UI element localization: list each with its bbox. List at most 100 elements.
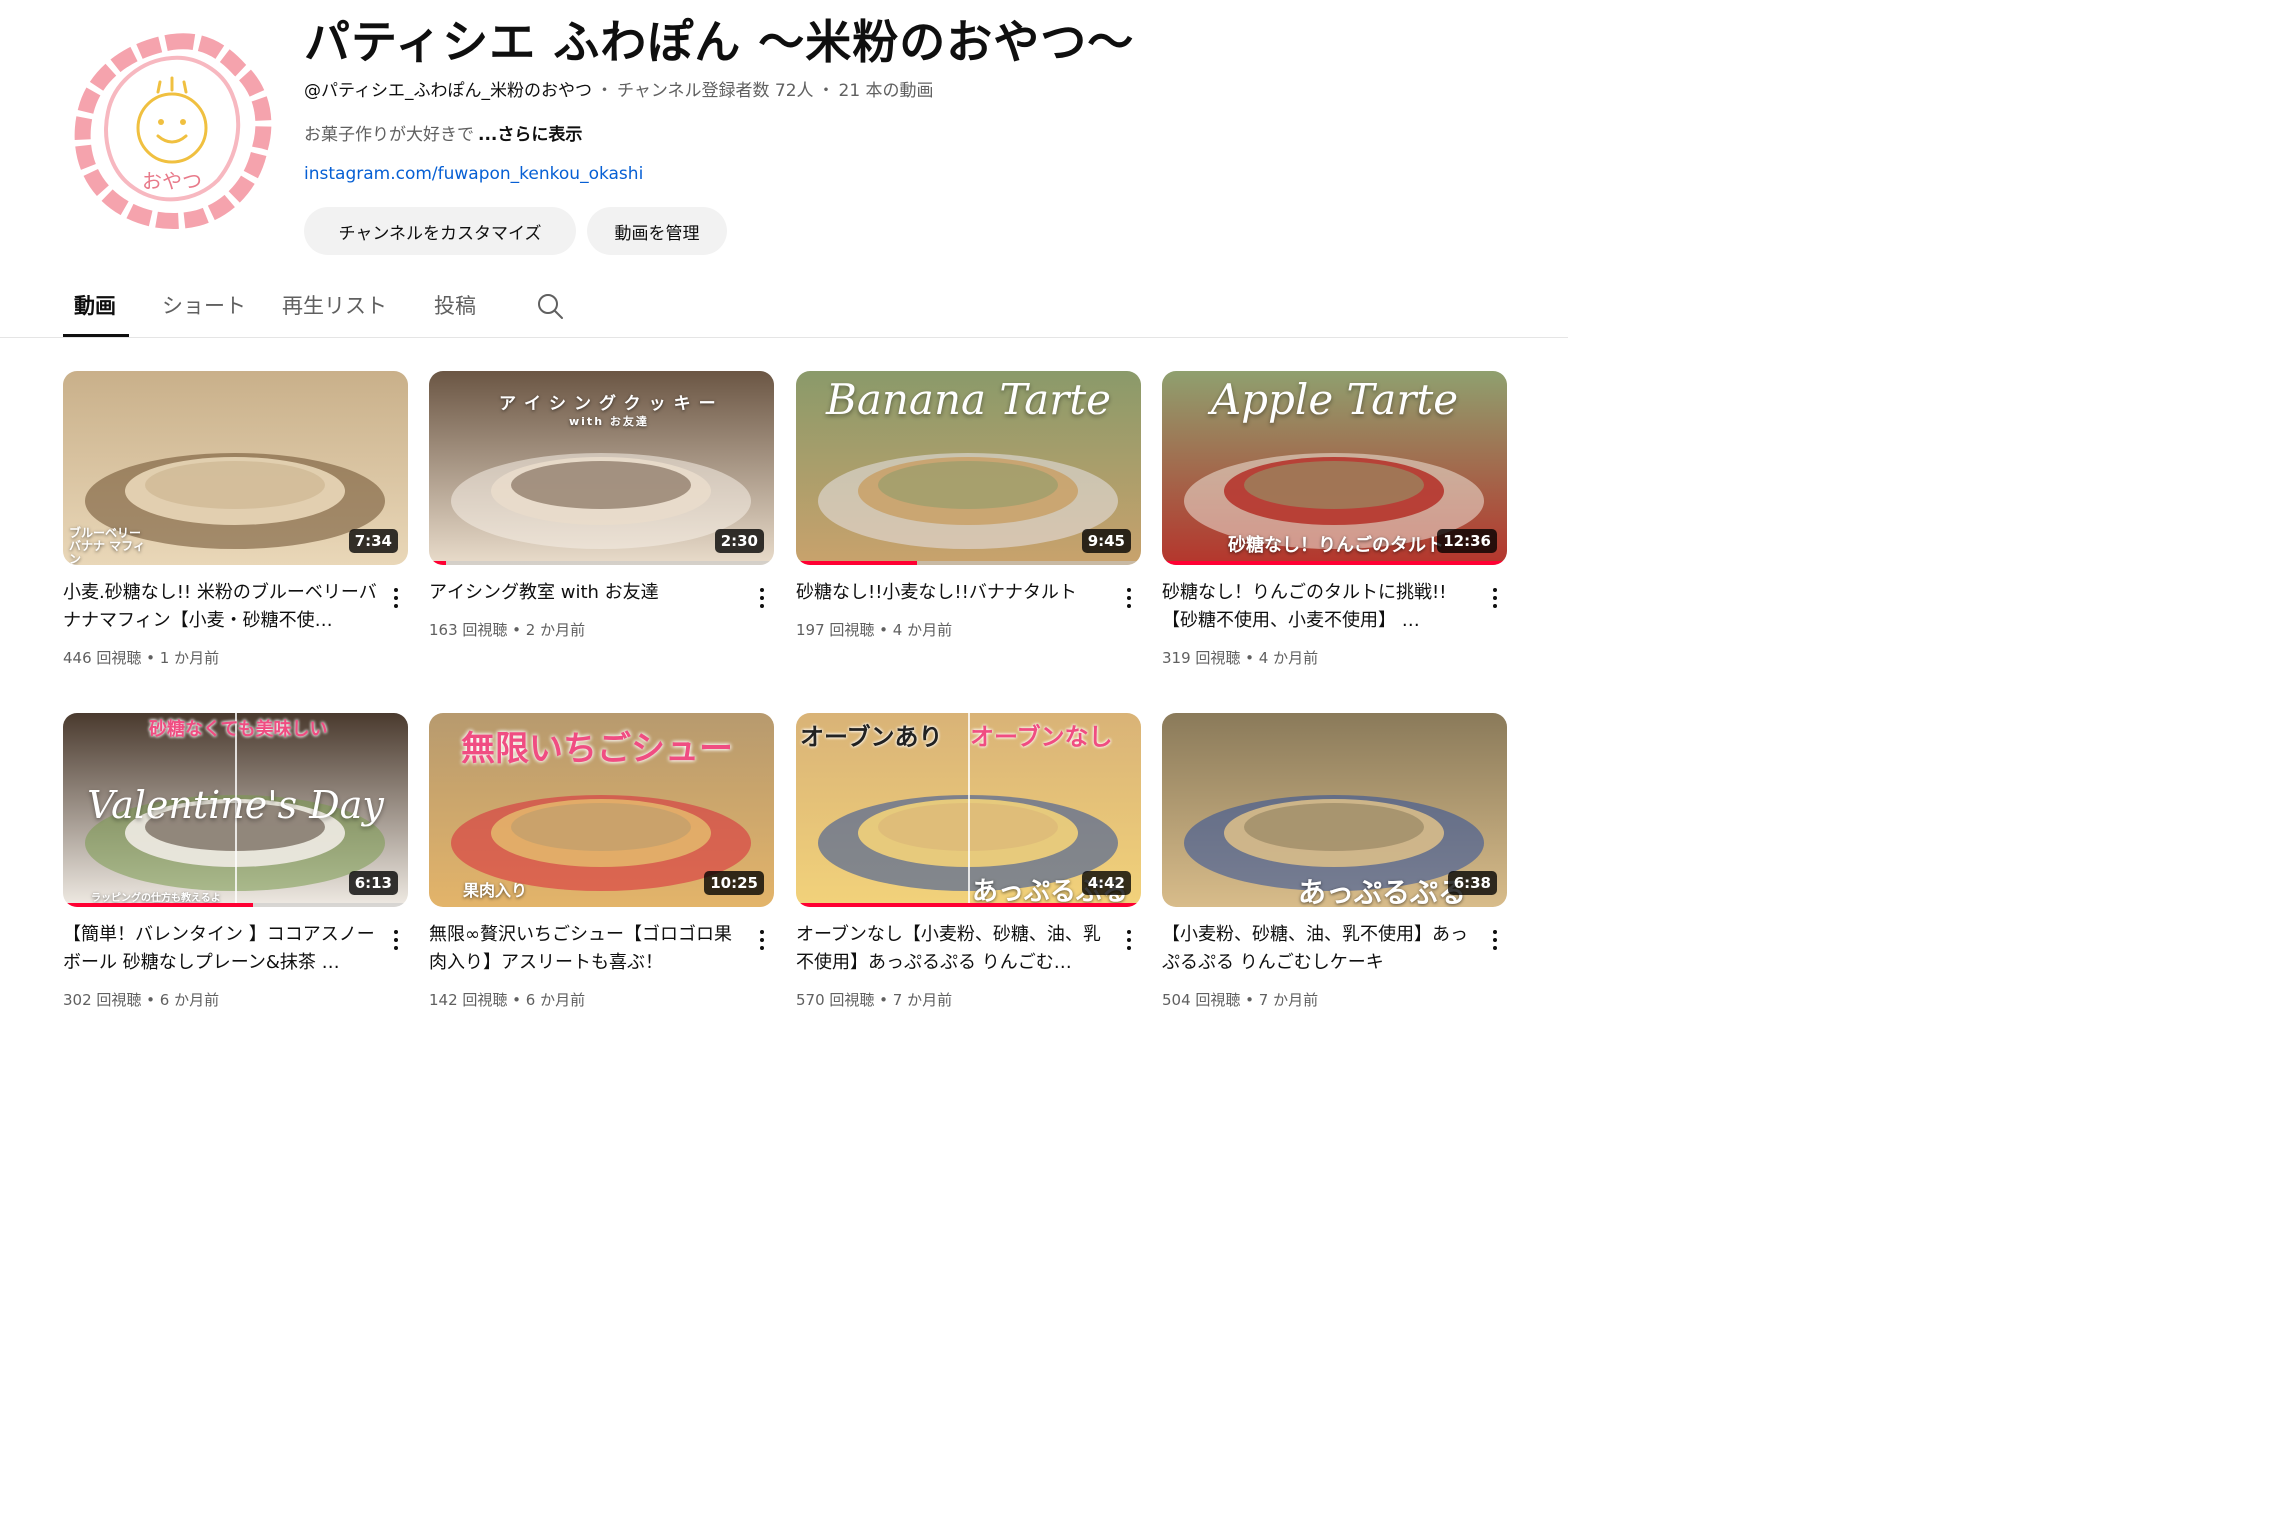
view-count: 302 回視聴 xyxy=(63,991,142,1009)
video-thumbnail[interactable]: あっぷるぷる 6:38 xyxy=(1162,713,1507,907)
thumbnail-overlay-title: アイシングクッキー xyxy=(499,394,724,414)
upload-age: 6 か月前 xyxy=(159,991,220,1009)
thumbnail-overlay-subtitle: オーブンなし xyxy=(970,723,1113,751)
meta-separator: ・ xyxy=(817,81,835,101)
customize-channel-button[interactable]: チャンネルをカスタマイズ xyxy=(304,207,576,255)
thumbnail-overlay-subtitle: 砂糖なくても美味しい xyxy=(149,719,328,740)
view-count: 319 回視聴 xyxy=(1162,649,1241,667)
search-icon[interactable] xyxy=(536,292,564,320)
thumbnail-overlay-title: 無限いちごシュー xyxy=(461,729,733,769)
watch-progress-bar xyxy=(429,561,447,565)
manage-videos-button[interactable]: 動画を管理 xyxy=(587,207,727,255)
avatar-text: おやつ xyxy=(142,169,202,193)
video-meta: 570 回視聴 • 7 か月前 xyxy=(796,991,953,1009)
watch-progress-bar xyxy=(1162,561,1507,565)
thumbnail-overlay-footer: ラッピングの仕方も教えるよ xyxy=(91,893,221,904)
video-count: 21 本の動画 xyxy=(838,81,934,101)
video-thumbnail[interactable]: 無限いちごシュー果肉入り 10:25 xyxy=(429,713,774,907)
video-card[interactable]: アイシングクッキー with お友達 2:30 アイシング教室 with お友達 … xyxy=(429,371,774,671)
tab-shorts[interactable]: ショート xyxy=(162,290,246,320)
tab-videos[interactable]: 動画 xyxy=(74,290,116,320)
video-card[interactable]: オーブンあり オーブンなし あっぷるぷる 4:42 オーブンなし【小麦粉、砂糖、油、… xyxy=(796,713,1141,1013)
thumbnail-overlay-title: Banana Tarte xyxy=(825,375,1112,424)
video-title[interactable]: 砂糖なし！りんごのタルトに挑戦!!【砂糖不使用、小麦不使用】 … xyxy=(1162,579,1480,635)
video-card[interactable]: Banana Tarte 9:45 砂糖なし!!小麦なし!!バナナタルト 197… xyxy=(796,371,1141,671)
watch-progress-bar xyxy=(796,561,917,565)
upload-age: 2 か月前 xyxy=(525,621,586,639)
video-title[interactable]: 無限∞贅沢いちごシュー【ゴロゴロ果肉入り】アスリートも喜ぶ！ xyxy=(429,921,747,977)
thumbnail-overlay-title: オーブンあり xyxy=(800,723,943,751)
video-title[interactable]: 小麦.砂糖なし!! 米粉のブルーベリーバナナマフィン【小麦・砂糖不使… xyxy=(63,579,381,635)
video-thumbnail[interactable]: Apple Tarte 砂糖なし！りんごのタルト 12:36 xyxy=(1162,371,1507,565)
channel-tabs: 動画 ショート 再生リスト 投稿 xyxy=(0,270,1568,338)
video-duration: 4:42 xyxy=(1081,871,1131,895)
channel-description[interactable]: お菓子作りが大好きで ...さらに表示 xyxy=(304,120,582,145)
video-thumbnail[interactable]: ブルーベリー バナナ マフィン 7:34 xyxy=(63,371,408,565)
more-options-icon[interactable] xyxy=(1117,927,1141,953)
video-thumbnail[interactable]: アイシングクッキー with お友達 2:30 xyxy=(429,371,774,565)
video-card[interactable]: ブルーベリー バナナ マフィン 7:34 小麦.砂糖なし!! 米粉のブルーベリー… xyxy=(63,371,408,671)
video-meta: 197 回視聴 • 4 か月前 xyxy=(796,621,953,639)
description-text: お菓子作りが大好きで xyxy=(304,125,474,145)
upload-age: 7 か月前 xyxy=(892,991,953,1009)
thumbnail-overlay-title: Valentine's Day xyxy=(87,783,384,827)
video-meta: 142 回視聴 • 6 か月前 xyxy=(429,991,586,1009)
video-thumbnail[interactable]: オーブンあり オーブンなし あっぷるぷる 4:42 xyxy=(796,713,1141,907)
thumbnail-overlay-subtitle: 砂糖なし！りんごのタルト xyxy=(1228,535,1444,556)
video-title[interactable]: 【小麦粉、砂糖、油、乳不使用】あっぷるぷる りんごむしケーキ xyxy=(1162,921,1480,977)
tab-posts[interactable]: 投稿 xyxy=(434,290,476,320)
upload-age: 1 か月前 xyxy=(159,649,220,667)
view-count: 570 回視聴 xyxy=(796,991,875,1009)
view-count: 446 回視聴 xyxy=(63,649,142,667)
view-count: 142 回視聴 xyxy=(429,991,508,1009)
upload-age: 7 か月前 xyxy=(1258,991,1319,1009)
watch-progress-bar xyxy=(63,903,253,907)
tab-playlists[interactable]: 再生リスト xyxy=(282,290,387,320)
channel-meta: @パティシエ_ふわぽん_米粉のおやつ・チャンネル登録者数 72人・ 21 本の動画 xyxy=(304,76,934,101)
thumbnail-overlay-subtitle: 果肉入り xyxy=(463,881,528,900)
video-meta: 446 回視聴 • 1 か月前 xyxy=(63,649,220,667)
video-meta: 319 回視聴 • 4 か月前 xyxy=(1162,649,1319,667)
video-card[interactable]: Valentine's Day 砂糖なくても美味しいラッピングの仕方も教えるよ 6… xyxy=(63,713,408,1013)
video-meta: 504 回視聴 • 7 か月前 xyxy=(1162,991,1319,1009)
view-count: 504 回視聴 xyxy=(1162,991,1241,1009)
show-more-link[interactable]: ...さらに表示 xyxy=(478,125,582,145)
video-thumbnail[interactable]: Valentine's Day 砂糖なくても美味しい ラッピングの仕方も教えるよ 6… xyxy=(63,713,408,907)
more-options-icon[interactable] xyxy=(384,927,408,953)
video-duration: 10:25 xyxy=(704,871,764,895)
more-options-icon[interactable] xyxy=(1483,585,1507,611)
video-duration: 7:34 xyxy=(348,529,398,553)
thumbnail-overlay-subtitle: with お友達 xyxy=(569,415,649,428)
video-title[interactable]: 【簡単！バレンタイン 】ココアスノーボール 砂糖なしプレーン&抹茶 … xyxy=(63,921,381,977)
channel-link[interactable]: instagram.com/fuwapon_kenkou_okashi xyxy=(304,164,643,184)
upload-age: 6 か月前 xyxy=(525,991,586,1009)
video-meta: 163 回視聴 • 2 か月前 xyxy=(429,621,586,639)
view-count: 197 回視聴 xyxy=(796,621,875,639)
more-options-icon[interactable] xyxy=(1117,585,1141,611)
video-card[interactable]: あっぷるぷる 6:38 【小麦粉、砂糖、油、乳不使用】あっぷるぷる りんごむしケ… xyxy=(1162,713,1507,1013)
video-card[interactable]: Apple Tarte 砂糖なし！りんごのタルト 12:36 砂糖なし！りんごのタ… xyxy=(1162,371,1507,671)
thumbnail-overlay-title: ブルーベリー バナナ マフィン xyxy=(69,526,145,566)
watch-progress-bar xyxy=(796,903,1141,907)
progress-track xyxy=(429,561,774,565)
video-meta: 302 回視聴 • 6 か月前 xyxy=(63,991,220,1009)
more-options-icon[interactable] xyxy=(750,927,774,953)
video-duration: 9:45 xyxy=(1081,529,1131,553)
more-options-icon[interactable] xyxy=(384,585,408,611)
more-options-icon[interactable] xyxy=(750,585,774,611)
video-title[interactable]: オーブンなし【小麦粉、砂糖、油、乳不使用】あっぷるぷる りんごむ… xyxy=(796,921,1114,977)
more-options-icon[interactable] xyxy=(1483,927,1507,953)
avatar-logo-icon: おやつ xyxy=(74,33,272,229)
video-duration: 6:38 xyxy=(1447,871,1497,895)
thumbnail-overlay-title: Apple Tarte xyxy=(1210,375,1459,424)
video-card[interactable]: 無限いちごシュー果肉入り 10:25 無限∞贅沢いちごシュー【ゴロゴロ果肉入り】… xyxy=(429,713,774,1013)
video-thumbnail[interactable]: Banana Tarte 9:45 xyxy=(796,371,1141,565)
video-duration: 12:36 xyxy=(1437,529,1497,553)
channel-title: パティシエ ふわぽん 〜米粉のおやつ〜 xyxy=(304,15,1135,69)
video-duration: 2:30 xyxy=(714,529,764,553)
active-tab-indicator xyxy=(63,334,129,337)
meta-separator: ・ xyxy=(595,81,613,101)
channel-avatar[interactable]: おやつ xyxy=(72,30,272,230)
upload-age: 4 か月前 xyxy=(1258,649,1319,667)
subscriber-count: チャンネル登録者数 72人 xyxy=(616,81,814,101)
